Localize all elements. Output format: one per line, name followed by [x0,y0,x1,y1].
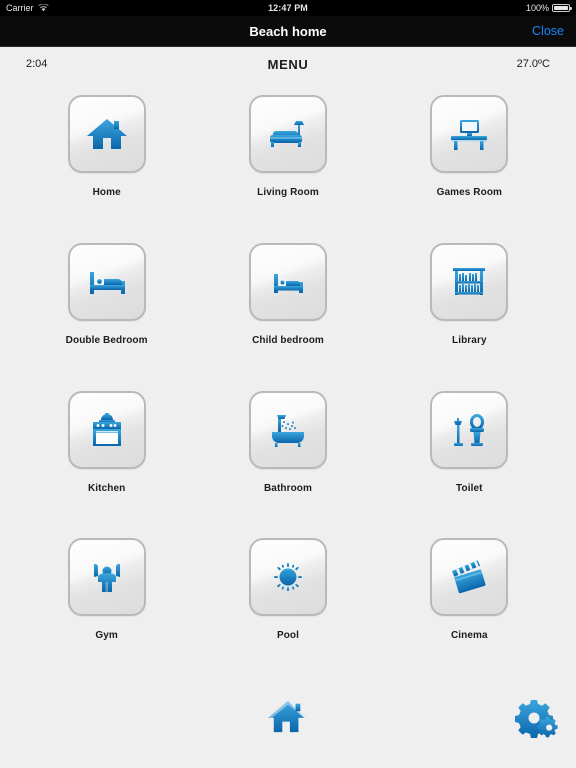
room-label: Gym [95,630,118,642]
oven-pot-icon [92,412,121,446]
room-tile[interactable] [430,390,509,469]
grid-item-living-room[interactable]: Living Room [197,89,378,237]
grid-item-pool[interactable]: Pool [197,532,378,680]
grid-item-kitchen[interactable]: Kitchen [16,385,197,533]
status-bar-time: 12:47 PM [268,3,308,13]
grid-item-child-bedroom[interactable]: Child bedroom [197,237,378,385]
bottom-toolbar [0,680,576,768]
room-label: Pool [276,630,300,642]
info-bar: 2:04 MENU 27.0ºC [0,47,576,81]
sofa-lamp-icon [269,121,304,147]
menu-heading: MENU [267,56,309,72]
grid-item-home[interactable]: Home [16,89,197,237]
room-tile[interactable] [430,538,509,617]
room-tile[interactable] [67,242,146,321]
room-label: Home [92,187,121,198]
room-tile[interactable] [430,242,509,321]
battery-percent-label: 100% [525,3,549,13]
room-label: Toilet [456,482,483,494]
room-tile[interactable] [248,95,327,173]
grid-item-library[interactable]: Library [379,237,560,385]
house-icon [86,119,127,149]
person-arms-up-icon [93,564,120,593]
room-tile[interactable] [248,390,327,469]
house-icon [268,700,308,733]
navigation-bar: Beach home Close [0,16,576,47]
grid-item-games-room[interactable]: Games Room [379,89,560,237]
room-tile[interactable] [430,95,509,173]
battery-full-icon [552,4,572,12]
toolbar-home-button[interactable] [266,698,310,739]
room-label: Library [452,334,487,346]
ios-status-bar: Carrier 12:47 PM 100% [0,0,576,16]
desk-monitor-icon [451,120,488,150]
room-grid: Home Living Room Games Room Double Bedro… [0,81,576,680]
room-label: Games Room [436,187,503,198]
toolbar-settings-button[interactable] [514,698,558,743]
status-bar-right: 100% [525,3,572,13]
room-label: Kitchen [87,482,126,494]
bookshelf-icon [453,267,486,295]
grid-item-bathroom[interactable]: Bathroom [197,385,378,533]
room-tile[interactable] [67,95,146,173]
room-label: Cinema [450,630,488,642]
gears-icon [515,700,558,738]
room-tile[interactable] [67,538,146,617]
bathtub-shower-icon [271,414,304,447]
room-label: Double Bedroom [65,334,148,346]
room-tile[interactable] [67,390,146,469]
room-tile[interactable] [248,538,327,617]
room-tile[interactable] [248,242,327,321]
child-bed-icon [273,273,303,293]
double-bed-icon [89,271,125,294]
room-label: Bathroom [263,482,312,494]
grid-item-cinema[interactable]: Cinema [379,532,560,680]
sun-icon [273,563,302,592]
clapperboard-icon [452,560,486,594]
close-button[interactable]: Close [532,24,564,38]
room-label: Child bedroom [252,334,324,346]
grid-item-gym[interactable]: Gym [16,532,197,680]
page-title: Beach home [249,23,327,39]
grid-item-double-bedroom[interactable]: Double Bedroom [16,237,197,385]
room-label: Living Room [257,187,319,198]
app-screen: Carrier 12:47 PM 100% Beach home Close 2… [0,0,576,768]
sink-toilet-icon [454,413,485,446]
grid-item-toilet[interactable]: Toilet [379,385,560,533]
